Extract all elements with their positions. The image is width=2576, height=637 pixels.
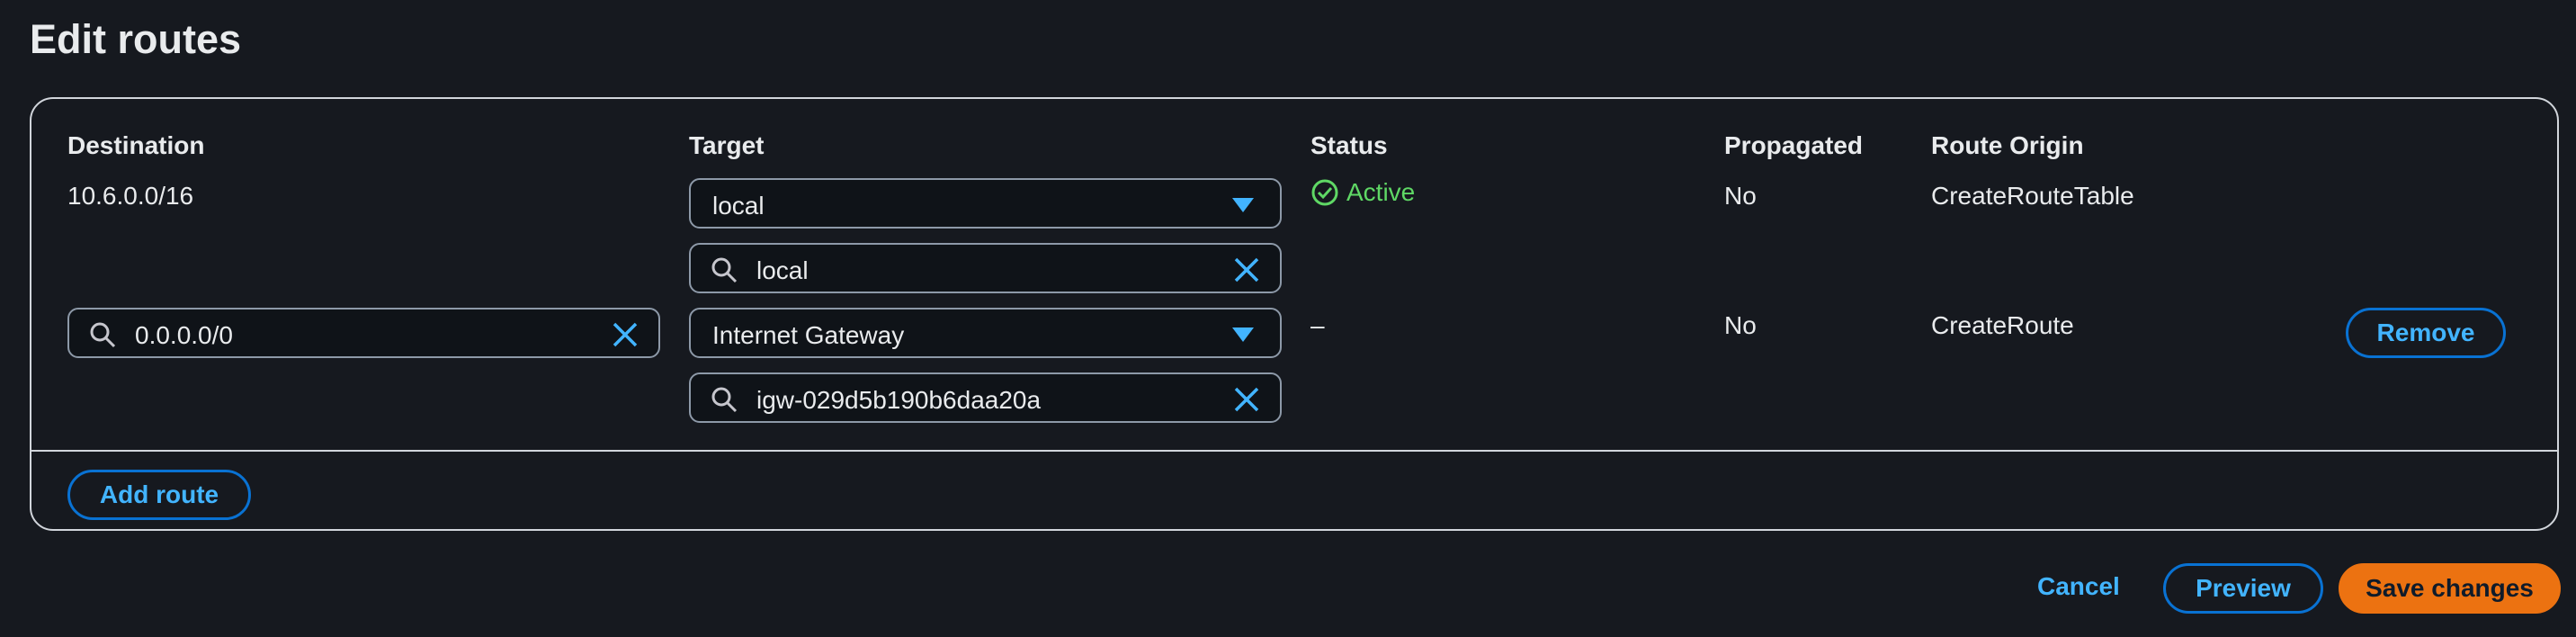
caret-down-icon	[1232, 198, 1254, 212]
search-icon	[90, 322, 116, 348]
panel-divider	[31, 450, 2557, 452]
route-1-status-text: Active	[1346, 178, 1416, 206]
add-route-button[interactable]: Add route	[67, 470, 251, 520]
route-1-target-select[interactable]: local	[689, 178, 1282, 229]
column-header-destination: Destination	[67, 131, 205, 159]
page-title: Edit routes	[30, 16, 242, 62]
column-header-status: Status	[1310, 131, 1388, 159]
routes-panel: Destination Target Status Propagated Rou…	[30, 97, 2559, 531]
route-2-route-origin: CreateRoute	[1931, 311, 2074, 339]
route-2-status: –	[1310, 311, 1325, 339]
route-2-destination-value: 0.0.0.0/0	[135, 321, 233, 349]
clear-icon[interactable]	[612, 321, 639, 348]
route-1-propagated: No	[1724, 182, 1757, 210]
column-header-propagated: Propagated	[1724, 131, 1864, 159]
route-1-target-select-value: local	[712, 192, 765, 220]
route-2-target-select-value: Internet Gateway	[712, 321, 905, 349]
save-changes-button[interactable]: Save changes	[2339, 563, 2561, 614]
column-header-route-origin: Route Origin	[1931, 131, 2084, 159]
check-circle-icon	[1311, 179, 1338, 206]
route-1-status: Active	[1310, 178, 1415, 207]
route-2-target-search[interactable]: igw-029d5b190b6daa20a	[689, 372, 1282, 423]
route-1-target-search-value: local	[756, 256, 809, 284]
route-1-destination: 10.6.0.0/16	[67, 182, 194, 210]
route-1-route-origin: CreateRouteTable	[1931, 182, 2134, 210]
route-1-target-search[interactable]: local	[689, 243, 1282, 293]
preview-button[interactable]: Preview	[2163, 563, 2323, 614]
route-2-destination-search[interactable]: 0.0.0.0/0	[67, 308, 660, 358]
remove-route-button[interactable]: Remove	[2346, 308, 2506, 358]
column-header-target: Target	[689, 131, 765, 159]
route-2-target-search-value: igw-029d5b190b6daa20a	[756, 386, 1042, 414]
search-icon	[711, 387, 738, 413]
search-icon	[711, 257, 738, 283]
route-2-propagated: No	[1724, 311, 1757, 339]
clear-icon[interactable]	[1233, 256, 1260, 283]
route-2-target-select[interactable]: Internet Gateway	[689, 308, 1282, 358]
clear-icon[interactable]	[1233, 386, 1260, 413]
caret-down-icon	[1232, 327, 1254, 342]
cancel-button[interactable]: Cancel	[2037, 572, 2120, 601]
